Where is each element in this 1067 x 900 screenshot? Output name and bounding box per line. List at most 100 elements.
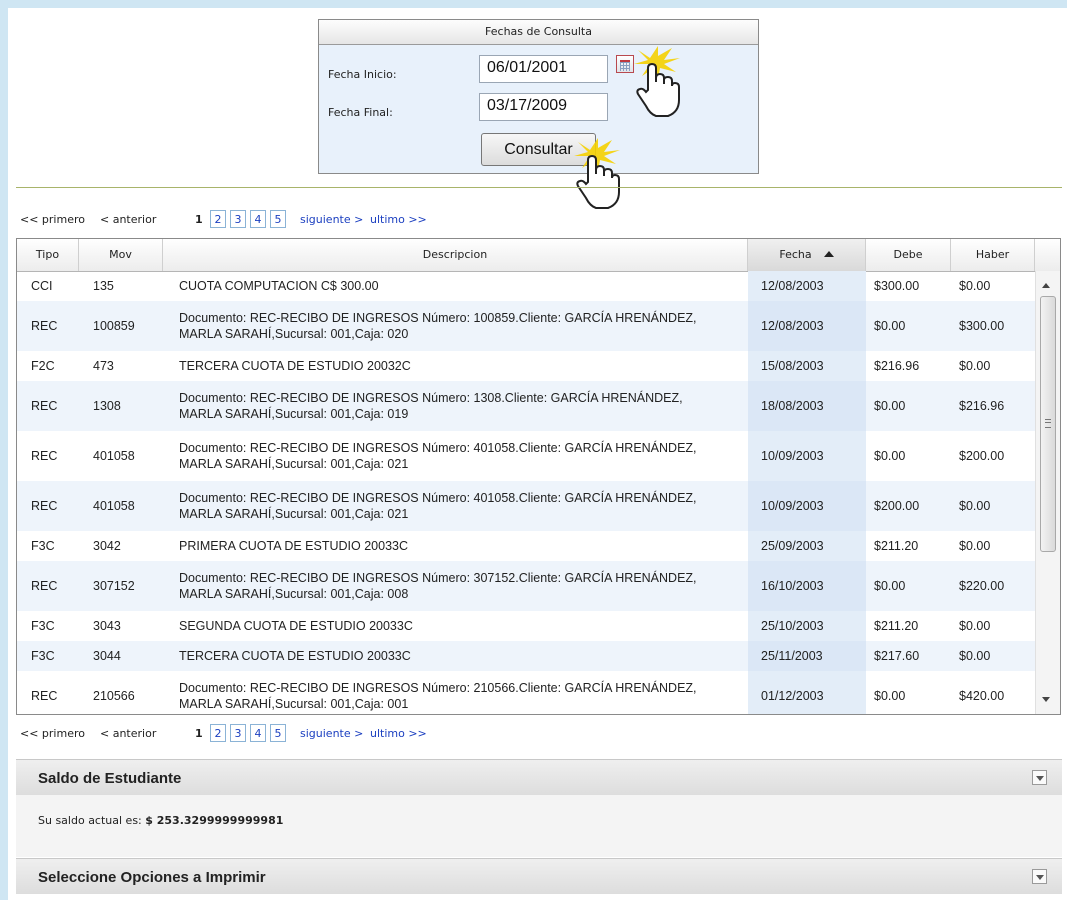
column-header-fecha-label: Fecha — [779, 248, 812, 261]
saldo-section-title: Saldo de Estudiante — [38, 770, 182, 787]
table-row[interactable]: REC 401058 Documento: REC-RECIBO DE INGRES… — [17, 481, 1035, 531]
cell-haber-text: $0.00 — [959, 499, 991, 513]
table-row[interactable]: F3C 3042 PRIMERA CUOTA DE ESTUDIO 20033C 25… — [17, 531, 1035, 561]
table-row[interactable]: F2C 473 TERCERA CUOTA DE ESTUDIO 20032C 15/… — [17, 351, 1035, 381]
cell-haber: $0.00 — [951, 271, 1035, 301]
cell-haber-text: $420.00 — [959, 689, 1005, 703]
cell-desc: Documento: REC-RECIBO DE INGRESOS Número… — [163, 431, 748, 481]
cell-haber-text: $0.00 — [959, 359, 991, 373]
table-row[interactable]: REC 100859 Documento: REC-RECIBO DE INGRES… — [17, 301, 1035, 351]
cell-fecha: 15/08/2003 — [748, 351, 866, 381]
cell-mov-text: 401058 — [93, 499, 135, 513]
column-header-tipo[interactable]: Tipo — [17, 239, 79, 271]
table-row[interactable]: F3C 3044 TERCERA CUOTA DE ESTUDIO 20033C 25… — [17, 641, 1035, 671]
end-date-input[interactable]: 03/17/2009 — [479, 93, 608, 121]
cell-fecha-text: 01/12/2003 — [761, 689, 824, 703]
column-header-debe[interactable]: Debe — [866, 239, 951, 271]
table-row[interactable]: F3C 3043 SEGUNDA CUOTA DE ESTUDIO 20033C 25… — [17, 611, 1035, 641]
start-date-label: Fecha Inicio: — [328, 68, 397, 81]
saldo-section-header[interactable]: Saldo de Estudiante — [16, 759, 1062, 795]
table-row[interactable]: REC 307152 Documento: REC-RECIBO DE INGRES… — [17, 561, 1035, 611]
cell-tipo: F3C — [17, 641, 79, 671]
cell-tipo-text: F3C — [31, 619, 55, 633]
scroll-down-icon[interactable] — [1042, 697, 1050, 702]
chevron-down-icon[interactable] — [1032, 869, 1047, 884]
print-options-section-header[interactable]: Seleccione Opciones a Imprimir — [16, 858, 1062, 894]
cell-tipo-text: F3C — [31, 539, 55, 553]
cell-haber-text: $0.00 — [959, 619, 991, 633]
cell-debe: $217.60 — [866, 641, 951, 671]
cell-haber-text: $0.00 — [959, 279, 991, 293]
cell-haber-text: $0.00 — [959, 539, 991, 553]
start-date-input[interactable]: 06/01/2001 — [479, 55, 608, 83]
table-row[interactable]: REC 210566 Documento: REC-RECIBO DE INGRES… — [17, 671, 1035, 714]
pager-last-link[interactable]: ultimo >> — [370, 210, 427, 230]
cell-fecha-text: 25/10/2003 — [761, 619, 824, 633]
pager-next-link[interactable]: siguiente > — [300, 724, 363, 744]
cell-fecha: 12/08/2003 — [748, 301, 866, 351]
cell-mov: 401058 — [79, 431, 163, 481]
cell-mov: 1308 — [79, 381, 163, 431]
cell-fecha: 01/12/2003 — [748, 671, 866, 714]
column-header-haber[interactable]: Haber — [951, 239, 1035, 271]
cell-fecha-text: 15/08/2003 — [761, 359, 824, 373]
pager-page-link[interactable]: 4 — [250, 210, 266, 228]
cell-desc-text: Documento: REC-RECIBO DE INGRESOS Número… — [179, 491, 697, 521]
cell-tipo-text: REC — [31, 399, 58, 413]
table-scrollbar[interactable] — [1035, 271, 1060, 714]
cell-mov: 210566 — [79, 671, 163, 714]
cell-debe: $211.20 — [866, 531, 951, 561]
cell-debe: $0.00 — [866, 381, 951, 431]
left-border-strip — [0, 0, 8, 900]
cell-mov-text: 100859 — [93, 319, 135, 333]
cell-debe-text: $0.00 — [874, 399, 906, 413]
cell-haber: $216.96 — [951, 381, 1035, 431]
cell-tipo: REC — [17, 381, 79, 431]
scroll-up-icon[interactable] — [1042, 283, 1050, 288]
cell-tipo: REC — [17, 431, 79, 481]
pager-prev-link[interactable]: < anterior — [100, 210, 156, 230]
cell-desc: Documento: REC-RECIBO DE INGRESOS Número… — [163, 381, 748, 431]
cell-mov-text: 3042 — [93, 539, 121, 553]
column-header-descripcion[interactable]: Descripcion — [163, 239, 748, 271]
table-row[interactable]: REC 1308 Documento: REC-RECIBO DE INGRESOS… — [17, 381, 1035, 431]
pager-page-link[interactable]: 4 — [250, 724, 266, 742]
pager-page-link[interactable]: 3 — [230, 724, 246, 742]
chevron-down-icon[interactable] — [1032, 770, 1047, 785]
cell-debe: $0.00 — [866, 671, 951, 714]
cell-tipo: REC — [17, 561, 79, 611]
cell-debe-text: $216.96 — [874, 359, 920, 373]
cell-tipo-text: F2C — [31, 359, 55, 373]
table-row[interactable]: CCI 135 CUOTA COMPUTACION C$ 300.00 12/08/2… — [17, 271, 1035, 301]
cell-debe-text: $211.20 — [874, 619, 919, 633]
pager-page-link[interactable]: 5 — [270, 210, 286, 228]
pager-first-link[interactable]: << primero — [20, 724, 85, 744]
cell-haber-text: $200.00 — [959, 449, 1005, 463]
scrollbar-thumb[interactable] — [1040, 296, 1056, 552]
cell-haber-text: $0.00 — [959, 649, 991, 663]
cell-debe-text: $0.00 — [874, 579, 906, 593]
cell-tipo: F3C — [17, 611, 79, 641]
pager-page-link[interactable]: 5 — [270, 724, 286, 742]
pager-next-link[interactable]: siguiente > — [300, 210, 363, 230]
pager-first-link[interactable]: << primero — [20, 210, 85, 230]
cell-tipo: F3C — [17, 531, 79, 561]
cell-desc-text: Documento: REC-RECIBO DE INGRESOS Número… — [179, 681, 697, 711]
table-row[interactable]: REC 401058 Documento: REC-RECIBO DE INGRES… — [17, 431, 1035, 481]
cell-desc: CUOTA COMPUTACION C$ 300.00 — [163, 271, 748, 301]
cell-haber: $0.00 — [951, 611, 1035, 641]
pager-page-link[interactable]: 2 — [210, 210, 226, 228]
saldo-text: Su saldo actual es: $ 253.3299999999981 — [38, 814, 283, 827]
column-header-mov[interactable]: Mov — [79, 239, 163, 271]
column-header-fecha[interactable]: Fecha — [748, 239, 866, 271]
pager-prev-link[interactable]: < anterior — [100, 724, 156, 744]
cell-haber-text: $216.96 — [959, 399, 1005, 413]
cell-debe-text: $200.00 — [874, 499, 920, 513]
cell-debe-text: $211.20 — [874, 539, 919, 553]
pager-page-link[interactable]: 3 — [230, 210, 246, 228]
cell-tipo: CCI — [17, 271, 79, 301]
pager-page-link[interactable]: 2 — [210, 724, 226, 742]
cell-desc: Documento: REC-RECIBO DE INGRESOS Número… — [163, 561, 748, 611]
cell-mov: 307152 — [79, 561, 163, 611]
pager-last-link[interactable]: ultimo >> — [370, 724, 427, 744]
